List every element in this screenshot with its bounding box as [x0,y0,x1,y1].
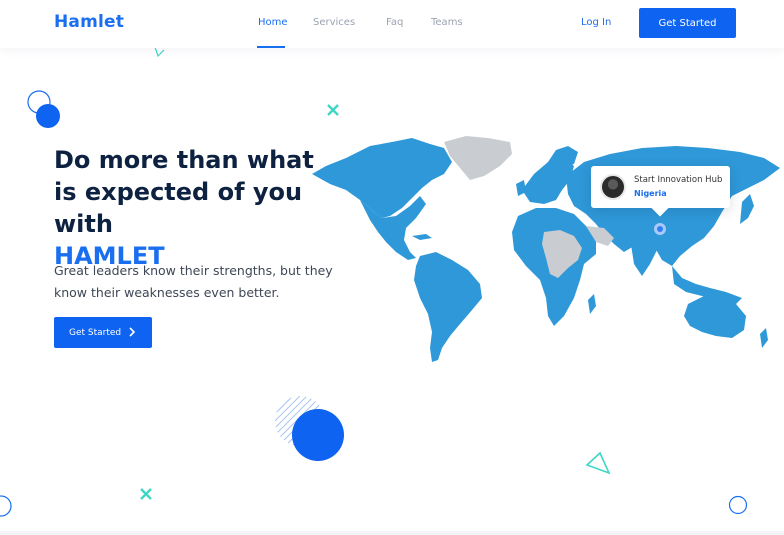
tooltip-title: Start Innovation Hub [634,175,723,185]
circle-outline-decoration [27,90,60,128]
nav-link-teams[interactable]: Teams [431,17,463,28]
cross-icon [327,104,339,116]
active-nav-indicator [257,46,285,48]
section-divider [0,531,784,535]
circle-pattern-decoration [275,396,344,461]
avatar [600,174,626,200]
chevron-right-icon [129,327,136,337]
nav-link-services[interactable]: Services [313,17,355,28]
hero-cta-label: Get Started [69,327,122,338]
tooltip-location: Nigeria [634,189,667,198]
nav-get-started-button[interactable]: Get Started [639,8,736,38]
map-greenland [444,136,512,180]
login-link[interactable]: Log In [581,17,611,28]
hero-title-text: Do more than what is expected of you wit… [54,146,314,238]
logo[interactable]: Hamlet [54,12,124,32]
map-location-pin[interactable] [654,223,666,235]
map-south-america [414,252,482,362]
map-north-america [312,138,452,218]
triangle-outline-decoration [585,451,611,475]
hero-title: Do more than what is expected of you wit… [54,144,344,272]
nav-link-faq[interactable]: Faq [386,17,403,28]
hero-get-started-button[interactable]: Get Started [54,317,152,348]
navbar: Hamlet Home Services Faq Teams Log In Ge… [0,0,784,48]
world-map [312,136,780,362]
nav-link-home[interactable]: Home [258,17,288,28]
hero-subtitle: Great leaders know their strengths, but … [54,263,333,300]
map-tooltip: Start Innovation Hub Nigeria [591,166,730,208]
circle-outline-decoration [728,495,748,515]
cross-icon [140,488,152,500]
circle-outline-decoration [0,495,12,517]
